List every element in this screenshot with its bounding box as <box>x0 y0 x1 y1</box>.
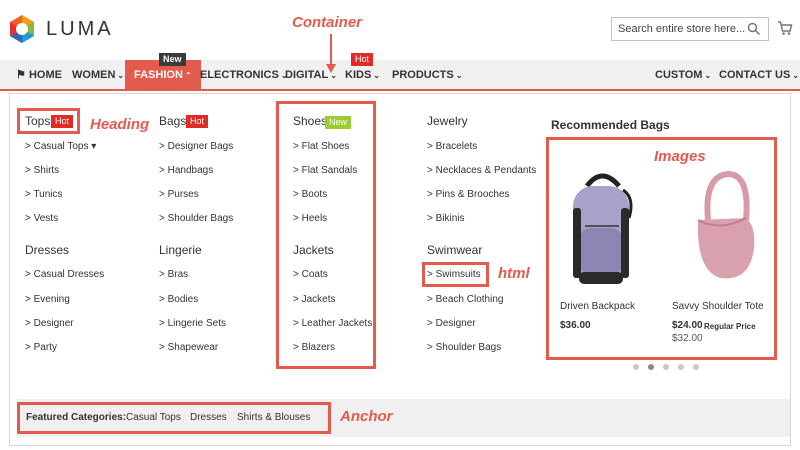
annotation-box-heading <box>17 108 80 134</box>
menu-link[interactable]: > Flat Shoes <box>293 141 349 152</box>
product-name[interactable]: Savvy Shoulder Tote <box>672 301 764 312</box>
menu-link[interactable]: > Tunics <box>25 189 63 200</box>
nav-item-women[interactable]: WOMEN ⌄ <box>72 60 124 91</box>
logo[interactable]: LUMA <box>6 13 114 45</box>
annotation-anchor: Anchor <box>340 408 393 425</box>
nav-label-digital: DIGITAL <box>285 69 329 81</box>
product-name[interactable]: Driven Backpack <box>560 301 635 312</box>
arrow-down-icon <box>326 34 336 73</box>
carousel-dot[interactable] <box>633 364 639 370</box>
menu-link[interactable]: > Bikinis <box>427 213 465 224</box>
menu-link[interactable]: > Pins & Brooches <box>427 189 510 200</box>
menu-link[interactable]: > Bras <box>159 269 188 280</box>
menu-link[interactable]: > Designer Bags <box>159 141 233 152</box>
menu-link[interactable]: > Flat Sandals <box>293 165 357 176</box>
product-old-price: $32.00 <box>672 333 703 344</box>
luma-logo-icon <box>10 15 34 43</box>
nav-item-products[interactable]: PRODUCTS ⌄ <box>392 60 462 91</box>
menu-heading-lingerie[interactable]: Lingerie <box>159 243 202 257</box>
menu-heading-bags[interactable]: Bags <box>159 114 186 128</box>
carousel-dot[interactable] <box>693 364 699 370</box>
nav-item-contact[interactable]: CONTACT US ⌄ <box>719 60 799 91</box>
menu-heading-dresses[interactable]: Dresses <box>25 243 69 257</box>
featured-label: Featured Categories: <box>26 412 127 423</box>
annotation-heading: Heading <box>90 116 150 133</box>
nav-label-home: HOME <box>28 69 62 81</box>
home-icon: ⚑ <box>16 69 26 81</box>
shoes-new-badge: New <box>325 116 352 129</box>
menu-link[interactable]: > Evening <box>25 294 70 305</box>
carousel-dot-active[interactable] <box>648 364 654 370</box>
chevron-down-icon: ⌄ <box>373 71 380 80</box>
nav-label-custom: CUSTOM <box>655 69 703 81</box>
menu-link[interactable]: > Handbags <box>159 165 213 176</box>
menu-link[interactable]: > Bracelets <box>427 141 477 152</box>
menu-link[interactable]: > Casual Tops ▾ <box>25 141 96 152</box>
product-price: $36.00 <box>560 320 591 331</box>
logo-text: LUMA <box>46 17 114 40</box>
featured-link[interactable]: Shirts & Blouses <box>237 412 310 423</box>
menu-link[interactable]: > Party <box>25 342 57 353</box>
menu-link[interactable]: > Vests <box>25 213 58 224</box>
search-input[interactable]: Search entire store here... <box>611 17 769 41</box>
site-header: LUMA Search entire store here... <box>0 0 800 58</box>
menu-link[interactable]: > Shapewear <box>159 342 218 353</box>
chevron-down-icon: ⌄ <box>792 71 799 80</box>
backpack-product-image[interactable] <box>563 168 641 290</box>
menu-heading-shoes[interactable]: Shoes <box>293 114 327 128</box>
nav-item-custom[interactable]: CUSTOM ⌄ <box>655 60 711 91</box>
bags-hot-badge: Hot <box>186 115 209 128</box>
annotation-images: Images <box>654 148 706 165</box>
tote-product-image[interactable] <box>690 170 760 292</box>
nav-label-products: PRODUCTS <box>392 69 454 81</box>
cart-icon[interactable] <box>777 20 793 36</box>
nav-label-fashion: FASHION <box>134 69 183 81</box>
annotation-container: Container <box>292 14 363 31</box>
recommended-heading: Recommended Bags <box>551 118 670 132</box>
menu-link[interactable]: > Purses <box>159 189 199 200</box>
menu-link[interactable]: > Heels <box>293 213 327 224</box>
menu-link[interactable]: > Blazers <box>293 342 335 353</box>
chevron-down-icon: ⌄ <box>455 71 463 80</box>
menu-link[interactable]: > Shirts <box>25 165 59 176</box>
menu-heading-jackets[interactable]: Jackets <box>293 243 334 257</box>
carousel-dot[interactable] <box>663 364 669 370</box>
menu-link[interactable]: > Jackets <box>293 294 336 305</box>
annotation-html: html <box>498 265 530 282</box>
menu-link[interactable]: > Shoulder Bags <box>159 213 233 224</box>
nav-label-contact: CONTACT US <box>719 69 791 81</box>
menu-heading-jewelry[interactable]: Jewelry <box>427 114 468 128</box>
nav-label-kids: KIDS <box>345 69 372 81</box>
menu-link[interactable]: > Shoulder Bags <box>427 342 501 353</box>
annotation-box-html <box>422 262 489 287</box>
menu-link[interactable]: > Coats <box>293 269 328 280</box>
menu-heading-swimwear[interactable]: Swimwear <box>427 243 482 257</box>
product-price: $24.00 <box>672 320 703 331</box>
menu-link[interactable]: > Designer <box>427 318 476 329</box>
menu-link[interactable]: > Lingerie Sets <box>159 318 226 329</box>
menu-link[interactable]: > Beach Clothing <box>427 294 503 305</box>
menu-link[interactable]: > Casual Dresses <box>25 269 104 280</box>
main-nav: ⚑ HOME WOMEN ⌄ FASHION ⌃ ELECTRONICS ⌄ DIGI… <box>0 60 800 91</box>
chevron-down-icon: ⌄ <box>704 71 712 80</box>
chevron-up-icon: ⌃ <box>184 71 192 80</box>
featured-link[interactable]: Dresses <box>190 412 227 423</box>
chevron-down-icon: ⌄ <box>117 71 125 80</box>
menu-link[interactable]: > Leather Jackets <box>293 318 372 329</box>
menu-link[interactable]: > Boots <box>293 189 327 200</box>
fashion-new-badge: New <box>159 53 186 66</box>
nav-item-home[interactable]: ⚑ HOME <box>16 60 62 91</box>
menu-link[interactable]: > Designer <box>25 318 74 329</box>
regular-price-label: Regular Price <box>704 322 756 331</box>
nav-label-women: WOMEN <box>72 69 116 81</box>
kids-hot-badge: Hot <box>351 53 374 66</box>
carousel-dot[interactable] <box>678 364 684 370</box>
search-icon[interactable] <box>747 22 761 36</box>
nav-label-electronics: ELECTRONICS <box>200 69 279 81</box>
menu-link[interactable]: > Necklaces & Pendants <box>427 165 536 176</box>
nav-item-electronics[interactable]: ELECTRONICS ⌄ <box>200 60 288 91</box>
featured-link[interactable]: Casual Tops <box>126 412 181 423</box>
menu-link[interactable]: > Bodies <box>159 294 198 305</box>
